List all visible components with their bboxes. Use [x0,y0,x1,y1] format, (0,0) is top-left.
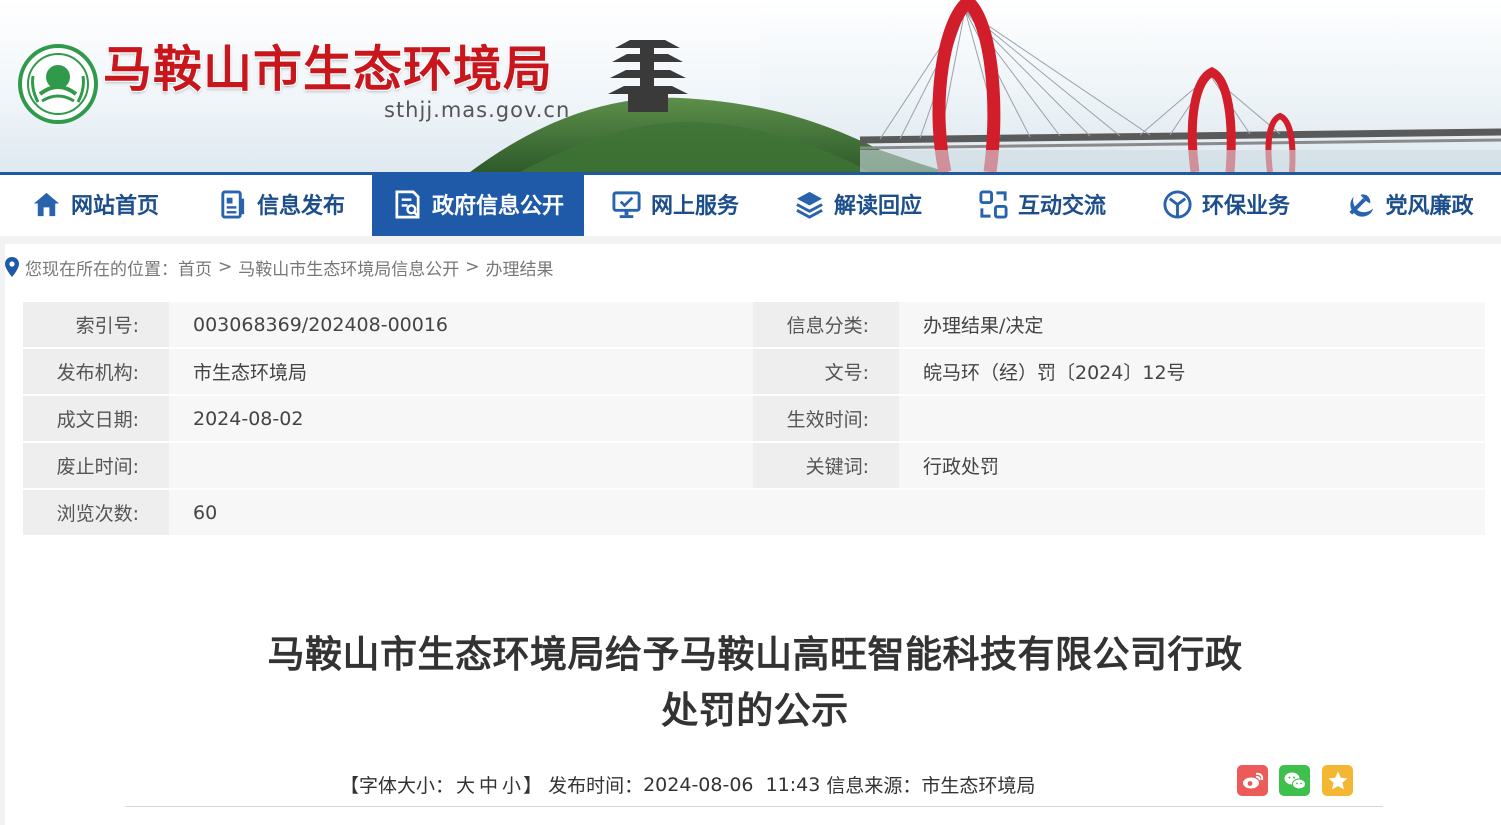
article-title-line1: 马鞍山市生态环境局给予马鞍山高旺智能科技有限公司行政 [267,633,1243,676]
publish-time-label: 发布时间： [548,775,644,797]
table-row: 废止时间: 关键词: 行政处罚 [23,443,1485,490]
home-icon [33,192,60,216]
breadcrumb-prefix: 您现在所在的位置： [25,259,178,280]
meta-value-publisher: 市生态环境局 [169,349,753,396]
content-panel: 您现在所在的位置： 首页 > 马鞍山市生态环境局信息公开 > 办理结果 索引号:… [5,244,1501,825]
exchange-icon [979,189,1008,219]
meta-value-repeal-time [169,443,753,490]
article-title: 马鞍山市生态环境局给予马鞍山高旺智能科技有限公司行政 处罚的公示 [255,627,1255,739]
breadcrumb-current[interactable]: 办理结果 [486,255,554,280]
share-wechat-button[interactable] [1279,765,1310,796]
meta-key-repeal-time: 废止时间: [23,443,169,490]
meta-value-written-date: 2024-08-02 [169,396,753,443]
nav-item-interaction[interactable]: 互动交流 [950,172,1134,236]
meta-key-written-date: 成文日期: [23,396,169,443]
table-row: 浏览次数: 60 [23,490,1485,537]
meta-key-category: 信息分类: [753,302,899,349]
share-weibo-button[interactable] [1237,765,1268,796]
meta-value-views: 60 [169,490,1485,537]
source-label: 信息来源： [826,775,922,797]
font-size-close: 】 [523,775,543,797]
meta-value-category: 办理结果/决定 [899,302,1485,349]
nav-item-interpretation[interactable]: 解读回应 [766,172,950,236]
breadcrumb-info-open[interactable]: 马鞍山市生态环境局信息公开 [238,255,459,280]
nav-item-home[interactable]: 网站首页 [0,172,190,236]
article-title-line2: 处罚的公示 [661,689,849,732]
publish-time: 2024-08-06 11:43 [643,773,821,796]
breadcrumb-separator: > [218,257,233,277]
meta-key-keywords: 关键词: [753,443,899,490]
site-title: 马鞍山市生态环境局 [103,41,554,98]
meta-key-doc-number: 文号: [753,349,899,396]
nav-item-party-integrity[interactable]: 党风廉政 [1318,172,1501,236]
nav-item-label: 信息发布 [256,194,345,219]
share-favorite-button[interactable] [1322,765,1353,796]
nav-item-label: 互动交流 [1017,194,1106,219]
font-size-small-button[interactable]: 小 [502,771,521,798]
breadcrumb-home[interactable]: 首页 [178,255,212,280]
nav-item-label: 党风廉政 [1385,194,1474,219]
favorite-icon [1328,771,1347,789]
article-meta: 【字体大小： 大 中 小 】 发布时间： 2024-08-06 11:43 信息… [340,771,1035,798]
font-size-large-button[interactable]: 大 [456,771,475,798]
open-info-icon [395,190,420,218]
party-icon [1349,193,1374,217]
nav-item-label: 网站首页 [70,194,159,219]
wechat-icon [1284,772,1306,789]
meta-value-effective-time [899,396,1485,443]
nav-item-online-service[interactable]: 网上服务 [584,172,766,236]
nav-item-gov-info-open[interactable]: 政府信息公开 [372,172,584,236]
eco-icon [1163,189,1192,219]
main-nav: 网站首页 信息发布 政府信息公开 网上服务 解读回应 互动交流 环保业务 党风廉… [0,172,1501,236]
font-size-medium-button[interactable]: 中 [479,771,498,798]
table-row: 索引号: 003068369/202408-00016 信息分类: 办理结果/决… [23,302,1485,349]
nav-item-eco-business[interactable]: 环保业务 [1134,172,1318,236]
article-divider [125,806,1383,807]
document-icon [221,189,245,219]
meta-key-effective-time: 生效时间: [753,396,899,443]
meta-value-doc-number: 皖马环（经）罚〔2024〕12号 [899,349,1485,396]
monitor-icon [612,190,641,218]
source-value: 市生态环境局 [921,775,1036,797]
nav-item-label: 网上服务 [650,194,739,219]
seal-logo [18,44,98,124]
meta-key-views: 浏览次数: [23,490,169,537]
meta-key-publisher: 发布机构: [23,349,169,396]
site-header: 马鞍山市生态环境局 sthjj.mas.gov.cn [0,0,1501,172]
font-size-label: 【字体大小： [340,775,455,797]
meta-value-index: 003068369/202408-00016 [169,302,753,349]
layers-icon [796,191,823,219]
location-pin-icon [5,257,19,277]
nav-item-label: 环保业务 [1201,194,1290,219]
nav-item-info-release[interactable]: 信息发布 [190,172,372,236]
breadcrumb-separator: > [465,257,480,277]
meta-key-index: 索引号: [23,302,169,349]
document-meta-table: 索引号: 003068369/202408-00016 信息分类: 办理结果/决… [23,302,1485,537]
nav-item-label: 政府信息公开 [431,194,564,219]
breadcrumb: 您现在所在的位置： 首页 > 马鞍山市生态环境局信息公开 > 办理结果 [5,255,554,280]
nav-item-label: 解读回应 [833,194,922,219]
weibo-icon [1242,772,1263,788]
site-domain: sthjj.mas.gov.cn [384,98,571,122]
meta-value-keywords: 行政处罚 [899,443,1485,490]
table-row: 发布机构: 市生态环境局 文号: 皖马环（经）罚〔2024〕12号 [23,349,1485,396]
table-row: 成文日期: 2024-08-02 生效时间: [23,396,1485,443]
